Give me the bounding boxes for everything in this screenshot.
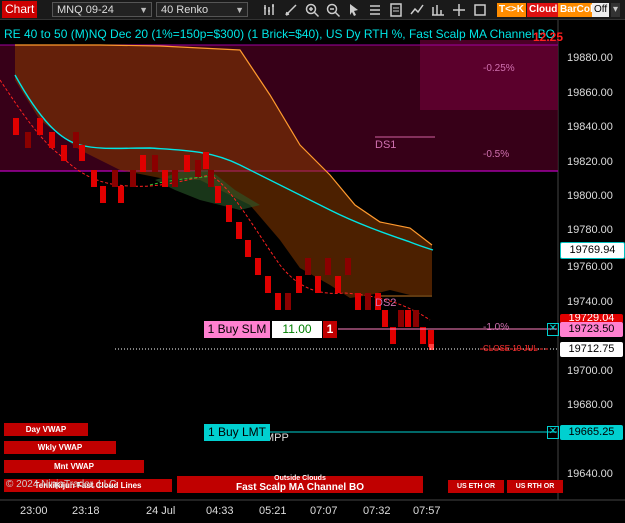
us-rth-or-chip[interactable]: US RTH OR <box>507 480 563 493</box>
y-tick: 19820.00 <box>567 156 613 168</box>
us-eth-or-chip[interactable]: US ETH OR <box>448 480 504 493</box>
instrument-value: MNQ 09-24 <box>57 4 114 16</box>
chart-menu-button[interactable]: Chart <box>2 1 38 18</box>
ds1-label: DS1 <box>375 139 397 151</box>
cloud-toggle[interactable]: Cloud <box>527 3 560 17</box>
y-tick: 19800.00 <box>567 190 613 202</box>
mnt-vwap-chip[interactable]: Mnt VWAP <box>4 460 144 473</box>
x-tick: 07:57 <box>413 505 441 517</box>
close-icon[interactable]: ✕ <box>547 426 559 439</box>
close-label: CLOSE 19 JUL <box>483 344 538 353</box>
y-tick: 19740.00 <box>567 296 613 308</box>
price-box-upper: 19769.94 <box>560 242 625 259</box>
data-box-icon[interactable] <box>388 2 404 18</box>
price-box-buy-slm: 19723.50 <box>560 322 623 337</box>
x-tick: 05:21 <box>259 505 287 517</box>
y-tick: 19880.00 <box>567 52 613 64</box>
strategies-icon[interactable] <box>430 2 446 18</box>
x-tick: 23:00 <box>20 505 48 517</box>
chart-trader-icon[interactable] <box>451 2 467 18</box>
off-toggle[interactable]: Off <box>592 3 610 17</box>
x-tick: 04:33 <box>206 505 234 517</box>
y-tick: 19640.00 <box>567 468 613 480</box>
buy-slm-order-label[interactable]: 1 Buy SLM <box>204 321 270 338</box>
y-tick: 19840.00 <box>567 121 613 133</box>
x-tick: 07:07 <box>310 505 338 517</box>
chevron-down-icon: ▼ <box>139 5 148 15</box>
template-icon[interactable] <box>472 2 488 18</box>
ds2-label: DS2 <box>375 297 397 309</box>
chart-toolbar: Chart MNQ 09-24 ▼ 40 Renko ▼ T<>K Cloud … <box>0 0 625 20</box>
y-tick: 19780.00 <box>567 224 613 236</box>
pct-label-025: -0.25% <box>483 63 515 74</box>
resistance-zone-upper <box>420 40 558 110</box>
period-selector[interactable]: 40 Renko ▼ <box>156 2 248 17</box>
chevron-down-icon: ▼ <box>235 5 244 15</box>
y-tick: 19700.00 <box>567 365 613 377</box>
price-box-last: 19712.75 <box>560 342 623 357</box>
price-box-buy-lmt: 19665.25 <box>560 425 623 440</box>
indicators-icon[interactable] <box>409 2 425 18</box>
fast-scalp-chip[interactable]: Fast Scalp MA Channel BO <box>177 482 423 493</box>
chart-title: RE 40 to 50 (M)NQ Dec 20 (1%=150p=$300) … <box>4 27 556 41</box>
drawing-tools-icon[interactable] <box>283 2 299 18</box>
buy-lmt-order-label[interactable]: 1 Buy LMT <box>204 424 270 441</box>
instrument-selector[interactable]: MNQ 09-24 ▼ <box>52 2 152 17</box>
bar-style-icon[interactable] <box>262 2 278 18</box>
header-price-tag: 12.25 <box>533 30 564 44</box>
x-tick: 23:18 <box>72 505 100 517</box>
zoom-in-icon[interactable] <box>304 2 320 18</box>
buy-slm-qty[interactable]: 1 <box>323 321 337 338</box>
pct-label-05: -0.5% <box>483 149 510 160</box>
copyright-text: © 2024 NinjaTrader, LLC <box>6 479 117 490</box>
properties-icon[interactable] <box>367 2 383 18</box>
tk-toggle[interactable]: T<>K <box>497 3 527 17</box>
pct-label-10: -1.0% <box>483 322 510 333</box>
barcol-toggle[interactable]: BarCol <box>558 3 595 17</box>
buy-slm-price-box[interactable]: 11.00 <box>272 321 322 338</box>
chevron-down-icon[interactable]: ▾ <box>611 3 621 17</box>
y-tick: 19760.00 <box>567 261 613 273</box>
wkly-vwap-chip[interactable]: Wkly VWAP <box>4 441 116 454</box>
x-tick: 07:32 <box>363 505 391 517</box>
pointer-icon[interactable] <box>346 2 362 18</box>
x-tick: 24 Jul <box>146 505 176 517</box>
y-tick: 19860.00 <box>567 87 613 99</box>
zoom-out-icon[interactable] <box>325 2 341 18</box>
y-tick: 19680.00 <box>567 399 613 411</box>
day-vwap-chip[interactable]: Day VWAP <box>4 423 88 436</box>
period-value: 40 Renko <box>161 4 209 16</box>
close-icon[interactable]: ✕ <box>547 323 559 336</box>
